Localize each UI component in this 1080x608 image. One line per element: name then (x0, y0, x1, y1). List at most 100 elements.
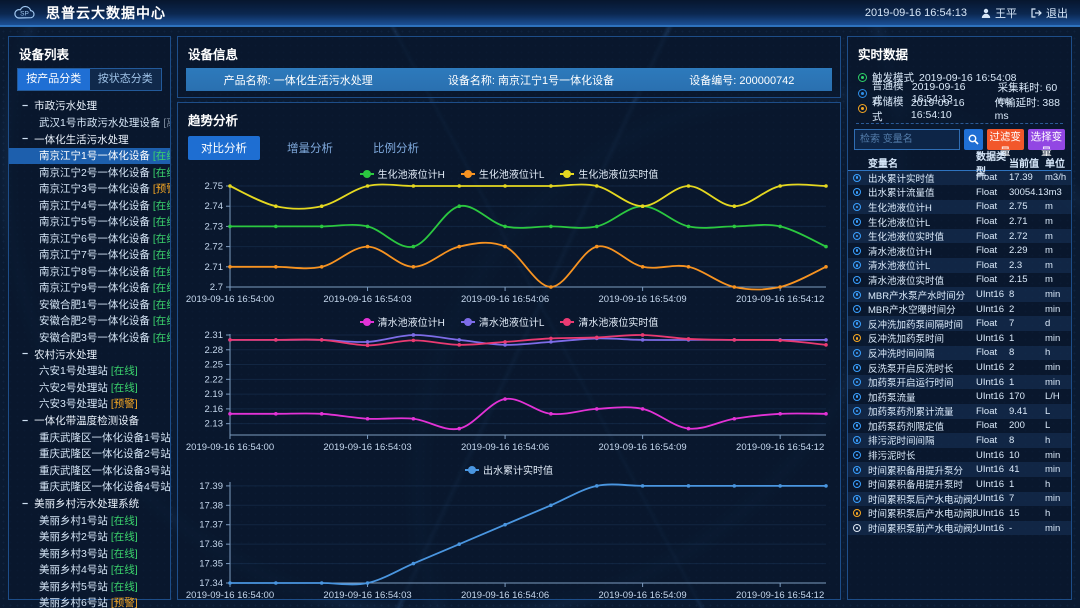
table-row[interactable]: 排污泥时长UInt1610min (848, 448, 1071, 463)
table-row[interactable]: 时间累积备用提升泵时UInt161h (848, 477, 1071, 492)
device-list-title: 设备列表 (9, 37, 170, 68)
table-row[interactable]: MBR产水泵产水时间分UInt168min (848, 287, 1071, 302)
variable-value: 17.39 (1009, 172, 1045, 183)
device-tree-item[interactable]: 美丽乡村2号站[在线] (9, 529, 170, 546)
table-row[interactable]: 加药泵开启运行时间UInt161min (848, 375, 1071, 390)
device-tree-item[interactable]: 南京江宁9号一体化设备[在线] (9, 280, 170, 297)
table-row[interactable]: 生化池液位实时值Float2.72m (848, 229, 1071, 244)
tree-group[interactable]: −一体化生活污水处理 (9, 131, 170, 148)
device-tree-item[interactable]: 南京江宁7号一体化设备[在线] (9, 247, 170, 264)
trend-tab-1[interactable]: 增量分析 (274, 136, 346, 160)
variable-name: 清水池液位计L (868, 258, 976, 272)
variable-value: 10 (1009, 450, 1045, 461)
tree-group-label: 农村污水处理 (34, 347, 97, 362)
collapse-icon: − (22, 498, 28, 510)
device-tree-item[interactable]: 南京江宁2号一体化设备[在线] (9, 164, 170, 181)
legend-item[interactable]: 清水池液位计H (360, 314, 445, 329)
device-tree-item[interactable]: 南京江宁5号一体化设备[在线] (9, 214, 170, 231)
device-tree-item[interactable]: 安徽合肥2号一体化设备[在线] (9, 313, 170, 330)
device-name: 武汉1号市政污水处理设备 (39, 115, 160, 130)
device-tree-item[interactable]: 南京江宁1号一体化设备[在线] (9, 148, 170, 165)
device-tree-item[interactable]: 南京江宁6号一体化设备[在线] (9, 230, 170, 247)
table-row[interactable]: 反洗泵开启反洗时长UInt162min (848, 360, 1071, 375)
collapse-icon: − (22, 415, 28, 427)
table-row[interactable]: 生化池液位计LFloat2.71m (848, 214, 1071, 229)
svg-text:2.75: 2.75 (205, 181, 224, 192)
table-row[interactable]: 反冲洗时间间隔Float8h (848, 346, 1071, 361)
legend-item[interactable]: 清水池液位实时值 (560, 314, 658, 329)
device-status-tag: [预警] (111, 396, 138, 411)
table-row[interactable]: 清水池液位实时值Float2.15m (848, 273, 1071, 288)
trend-tab-0[interactable]: 对比分析 (188, 136, 260, 160)
sidebar-tab-0[interactable]: 按产品分类 (18, 69, 90, 90)
table-row[interactable]: 加药泵药剂限定值Float200L (848, 419, 1071, 434)
device-tree-item[interactable]: 安徽合肥1号一体化设备[在线] (9, 296, 170, 313)
tree-group[interactable]: −美丽乡村污水处理系统 (9, 495, 170, 512)
table-row[interactable]: 时间累积泵后产水电动阀时UInt1615h (848, 506, 1071, 521)
legend-item[interactable]: 出水累计实时值 (465, 462, 553, 477)
table-row[interactable]: 生化池液位计HFloat2.75m (848, 200, 1071, 215)
device-tree-item[interactable]: 美丽乡村4号站[在线] (9, 562, 170, 579)
select-variables-button[interactable]: 选择变量 (1028, 129, 1065, 150)
device-tree-item[interactable]: 六安3号处理站[预警] (9, 396, 170, 413)
table-header: 变量名数据类型当前值单位 (848, 156, 1071, 171)
table-row[interactable]: 时间累积备用提升泵分UInt1641min (848, 462, 1071, 477)
table-row[interactable]: 时间累积泵前产水电动阀分UInt16-min (848, 521, 1071, 536)
device-tree-item[interactable]: 美丽乡村6号站[预警] (9, 595, 170, 608)
legend-item[interactable]: 清水池液位计L (461, 314, 545, 329)
device-tree-item[interactable]: 重庆武隆区一体化设备2号站[预警] (9, 446, 170, 463)
device-name: 南京江宁5号一体化设备 (39, 214, 150, 229)
table-row[interactable]: 加药泵药剂累计流量Float9.41L (848, 404, 1071, 419)
sidebar-tab-1[interactable]: 按状态分类 (90, 69, 162, 90)
table-row[interactable]: 时间累积泵后产水电动阀分UInt167min (848, 492, 1071, 507)
svg-text:2.72: 2.72 (205, 242, 224, 253)
device-tree-item[interactable]: 美丽乡村1号站[在线] (9, 512, 170, 529)
svg-text:2.25: 2.25 (205, 360, 224, 371)
device-tree-item[interactable]: 美丽乡村3号站[在线] (9, 545, 170, 562)
svg-text:2.71: 2.71 (205, 262, 224, 273)
device-tree-item[interactable]: 重庆武隆区一体化设备1号站[预警] (9, 429, 170, 446)
row-icon-cell (853, 436, 868, 444)
user-menu[interactable]: 王平 (981, 5, 1017, 21)
trend-tab-2[interactable]: 比例分析 (360, 136, 432, 160)
table-row[interactable]: 出水累计实时值Float17.39m3/h (848, 171, 1071, 186)
table-row[interactable]: 出水累计流量值Float30054.13m3 (848, 185, 1071, 200)
device-tree-item[interactable]: 美丽乡村5号站[在线] (9, 578, 170, 595)
search-button[interactable] (964, 129, 983, 150)
tree-group[interactable]: −市政污水处理 (9, 97, 170, 114)
variable-search-input[interactable] (854, 129, 960, 150)
legend-item[interactable]: 生化池液位计H (360, 166, 445, 181)
legend-item[interactable]: 生化池液位实时值 (560, 166, 658, 181)
table-row[interactable]: 清水池液位计LFloat2.3m (848, 258, 1071, 273)
table-row[interactable]: MBR产水空曝时间分UInt162min (848, 302, 1071, 317)
col-header: 当前值 (1009, 155, 1045, 170)
variable-type: UInt16 (976, 464, 1009, 475)
tree-group[interactable]: −一体化带温度检测设备 (9, 412, 170, 429)
device-tree-item[interactable]: 南京江宁3号一体化设备[预警] (9, 181, 170, 198)
logout-button[interactable]: 退出 (1031, 5, 1068, 21)
filter-variables-button[interactable]: 过滤变量 (987, 129, 1024, 150)
device-tree-item[interactable]: 南京江宁4号一体化设备[在线] (9, 197, 170, 214)
device-tree-item[interactable]: 安徽合肥3号一体化设备[在线] (9, 329, 170, 346)
device-tree-item[interactable]: 南京江宁8号一体化设备[在线] (9, 263, 170, 280)
device-tree-item[interactable]: 重庆武隆区一体化设备3号站[在线] (9, 462, 170, 479)
tree-group[interactable]: −农村污水处理 (9, 346, 170, 363)
device-tree-item[interactable]: 六安2号处理站[在线] (9, 379, 170, 396)
device-tree-item[interactable]: 重庆武隆区一体化设备4号站[预警] (9, 479, 170, 496)
device-name: 重庆武隆区一体化设备1号站 (39, 430, 170, 445)
legend-item[interactable]: 生化池液位计L (461, 166, 545, 181)
table-row[interactable]: 加药泵流量UInt16170L/H (848, 389, 1071, 404)
variable-value: 9.41 (1009, 406, 1045, 417)
table-row[interactable]: 反冲洗加药泵间隔时间Float7d (848, 316, 1071, 331)
table-row[interactable]: 排污泥时间间隔Float8h (848, 433, 1071, 448)
table-row[interactable]: 反冲洗加药泵时间UInt161min (848, 331, 1071, 346)
device-tree-item[interactable]: 武汉1号市政污水处理设备[离线] (9, 114, 170, 131)
row-icon-cell (853, 174, 868, 182)
table-row[interactable]: 清水池液位计HFloat2.29m (848, 243, 1071, 258)
variable-target-icon (853, 247, 861, 255)
legend-mark-icon (360, 173, 374, 175)
device-status-tag: [在线] (111, 546, 138, 561)
device-name: 美丽乡村6号站 (39, 595, 108, 608)
device-tree-item[interactable]: 六安1号处理站[在线] (9, 363, 170, 380)
trend-title: 趋势分析 (178, 103, 840, 134)
